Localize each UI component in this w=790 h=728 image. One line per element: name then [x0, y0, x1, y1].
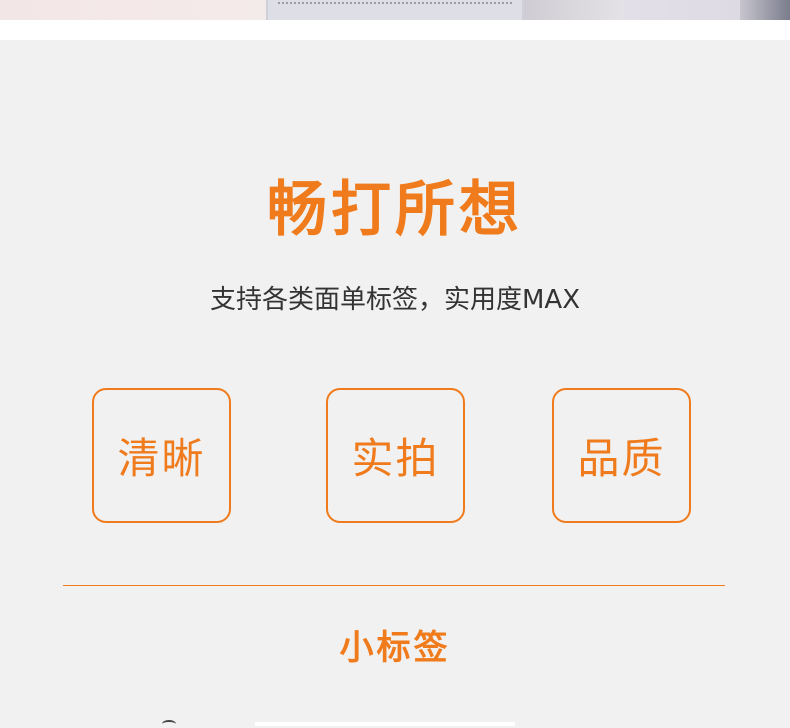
top-product-image-strip: [0, 0, 790, 20]
feature-clear-box: 清晰: [92, 388, 231, 523]
section-title: 小标签: [339, 628, 451, 668]
page-title: 畅打所想: [267, 175, 523, 245]
feature-quality-box: 品质: [552, 388, 691, 523]
feature-clear-label: 清晰: [117, 434, 206, 483]
feature-quality-label: 品质: [577, 434, 666, 483]
feature-real-shot-label: 实拍: [351, 434, 440, 483]
product-image-edge: [524, 0, 624, 20]
section-separator: [0, 20, 790, 40]
page-subtitle: 支持各类面单标签，实用度MAX: [209, 285, 581, 315]
feature-real-shot-box: 实拍: [326, 388, 465, 523]
printer-image-edge: [740, 0, 790, 20]
orange-divider: [63, 585, 725, 586]
label-paper-image: [266, 0, 524, 20]
bottom-partial-graphic: [162, 720, 176, 728]
bottom-partial-image: [255, 722, 515, 726]
